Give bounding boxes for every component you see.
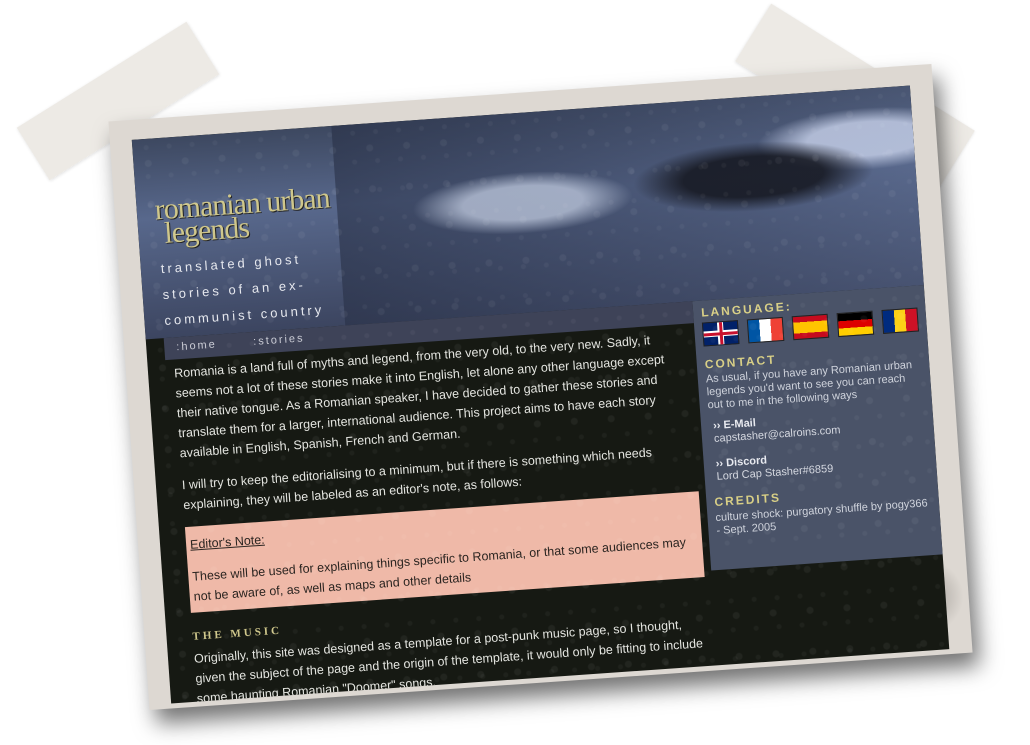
romania-flag-icon[interactable] <box>881 307 920 334</box>
website-screenshot: romanian urban legends translated ghost … <box>131 85 950 704</box>
sidebar: LANGUAGE: CONTACT As usual, if you have … <box>692 285 943 571</box>
site-tagline: translated ghost stories of an ex-commun… <box>160 251 325 329</box>
photo-frame: romanian urban legends translated ghost … <box>108 63 973 711</box>
site-title[interactable]: romanian urban legends <box>154 181 332 250</box>
main-content: Romania is a land full of myths and lege… <box>167 327 718 704</box>
header-photo-image <box>331 85 924 326</box>
spain-flag-icon[interactable] <box>791 313 830 341</box>
uk-flag-icon[interactable] <box>701 320 740 347</box>
credits-heading: CREDITS <box>713 490 782 510</box>
germany-flag-icon[interactable] <box>836 310 875 338</box>
france-flag-icon[interactable] <box>746 316 785 344</box>
